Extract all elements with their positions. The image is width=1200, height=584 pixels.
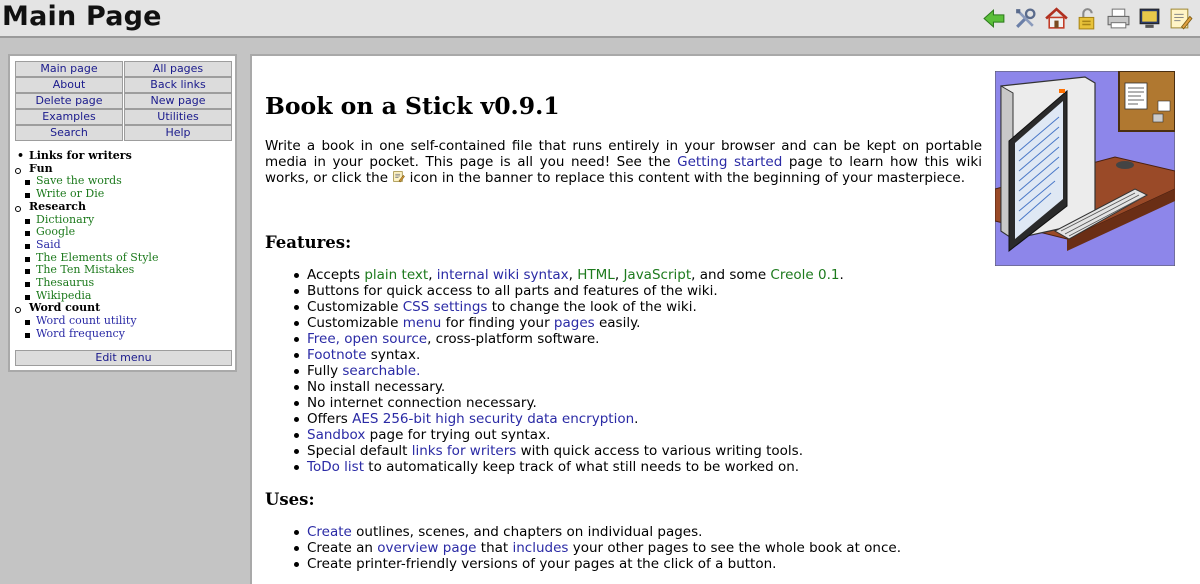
tree-root-label: Links for writers <box>29 149 132 162</box>
link-searchable[interactable]: searchable <box>342 363 416 379</box>
link-footnote[interactable]: Footnote <box>307 347 367 363</box>
menu-help[interactable]: Help <box>124 125 232 141</box>
tree-group-label: Fun <box>29 161 53 175</box>
list-item: Create outlines, scenes, and chapters on… <box>285 524 901 540</box>
menu-about[interactable]: About <box>15 77 123 93</box>
link-write-or-die[interactable]: Write or Die <box>36 187 104 200</box>
intro-paragraph: Write a book in one self-contained file … <box>265 138 982 186</box>
list-item: Fully searchable. <box>285 363 844 379</box>
list-item: No install necessary. <box>285 379 844 395</box>
link-creole[interactable]: Creole 0.1 <box>770 267 839 283</box>
list-item: Create an overview page that includes yo… <box>285 540 901 556</box>
list-item: Footnote syntax. <box>285 347 844 363</box>
link-sandbox[interactable]: Sandbox <box>307 427 365 443</box>
uses-list: Create outlines, scenes, and chapters on… <box>285 524 901 572</box>
link-internal-wiki-syntax[interactable]: internal wiki syntax <box>437 267 569 283</box>
edit-menu-button[interactable]: Edit menu <box>15 350 232 366</box>
menu-search[interactable]: Search <box>15 125 123 141</box>
list-item: Customizable CSS settings to change the … <box>285 299 844 315</box>
sidebar: Main page All pages About Back links Del… <box>8 54 237 372</box>
link-javascript[interactable]: JavaScript <box>623 267 691 283</box>
features-heading: Features: <box>265 233 352 252</box>
tree-group-label: Word count <box>29 301 101 315</box>
home-icon[interactable] <box>1043 5 1070 32</box>
list-item: Customizable menu for finding your pages… <box>285 315 844 331</box>
link-links-for-writers[interactable]: links for writers <box>412 443 517 459</box>
page-heading: Book on a Stick v0.9.1 <box>265 92 560 120</box>
link-elements-of-style[interactable]: The Elements of Style <box>36 251 158 264</box>
link-wikipedia[interactable]: Wikipedia <box>36 289 91 302</box>
intro-text-3: icon in the banner to replace this conte… <box>405 170 965 186</box>
back-icon[interactable] <box>981 5 1008 32</box>
menu-examples[interactable]: Examples <box>15 109 123 125</box>
list-item: ToDo list to automatically keep track of… <box>285 459 844 475</box>
link-html[interactable]: HTML <box>577 267 615 283</box>
monitor-icon[interactable] <box>1136 5 1163 32</box>
page-title: Main Page <box>2 1 162 32</box>
link-ten-mistakes[interactable]: The Ten Mistakes <box>36 263 134 276</box>
link-overview-page[interactable]: overview page <box>377 540 476 556</box>
lock-icon[interactable] <box>1074 5 1101 32</box>
link-aes-encryption[interactable]: AES 256-bit high security data encryptio… <box>352 411 634 427</box>
menu-new-page[interactable]: New page <box>124 93 232 109</box>
banner: Main Page <box>0 0 1200 38</box>
list-item: Free, open source, cross-platform softwa… <box>285 331 844 347</box>
menu-back-links[interactable]: Back links <box>124 77 232 93</box>
link-said[interactable]: Said <box>36 238 61 251</box>
list-item: Sandbox page for trying out syntax. <box>285 427 844 443</box>
link-word-frequency[interactable]: Word frequency <box>36 327 125 340</box>
list-item: No internet connection necessary. <box>285 395 844 411</box>
link-free[interactable]: Free <box>307 331 336 347</box>
link-pages[interactable]: pages <box>554 315 595 331</box>
list-item: Create printer-friendly versions of your… <box>285 556 901 572</box>
link-save-the-words[interactable]: Save the words <box>36 174 122 188</box>
link-word-count-utility[interactable]: Word count utility <box>36 314 137 327</box>
link-create[interactable]: Create <box>307 524 352 540</box>
link-css-settings[interactable]: CSS settings <box>403 299 488 315</box>
list-item: Offers AES 256-bit high security data en… <box>285 411 844 427</box>
list-item: Buttons for quick access to all parts an… <box>285 283 844 299</box>
link-dictionary[interactable]: Dictionary <box>36 213 94 226</box>
link-menu[interactable]: menu <box>403 315 442 331</box>
computer-desk-illustration <box>995 71 1175 266</box>
edit-icon[interactable] <box>392 170 406 183</box>
tree-group-label: Research <box>29 199 86 213</box>
link-todo-list[interactable]: ToDo list <box>307 459 364 475</box>
menu-main-page[interactable]: Main page <box>15 61 123 77</box>
menu-delete-page[interactable]: Delete page <box>15 93 123 109</box>
list-item: Accepts plain text, internal wiki syntax… <box>285 267 844 283</box>
link-plain-text[interactable]: plain text <box>364 267 428 283</box>
menu-utilities[interactable]: Utilities <box>124 109 232 125</box>
link-google[interactable]: Google <box>36 225 75 238</box>
print-icon[interactable] <box>1105 5 1132 32</box>
features-list: Accepts plain text, internal wiki syntax… <box>285 267 844 475</box>
list-item: Special default links for writers with q… <box>285 443 844 459</box>
uses-heading: Uses: <box>265 490 315 509</box>
link-includes[interactable]: includes <box>512 540 568 556</box>
menu-grid: Main page All pages About Back links Del… <box>15 61 232 141</box>
main-content: Book on a Stick v0.9.1 Write a book in o… <box>250 54 1200 584</box>
menu-all-pages[interactable]: All pages <box>124 61 232 77</box>
link-open-source[interactable]: open source <box>344 331 427 347</box>
toolbar <box>981 5 1194 32</box>
link-thesaurus[interactable]: Thesaurus <box>36 276 94 289</box>
edit-icon[interactable] <box>1167 5 1194 32</box>
links-tree: • Links for writers Fun Save the words Wr… <box>10 149 235 341</box>
link-getting-started[interactable]: Getting started <box>677 154 782 170</box>
tools-icon[interactable] <box>1012 5 1039 32</box>
